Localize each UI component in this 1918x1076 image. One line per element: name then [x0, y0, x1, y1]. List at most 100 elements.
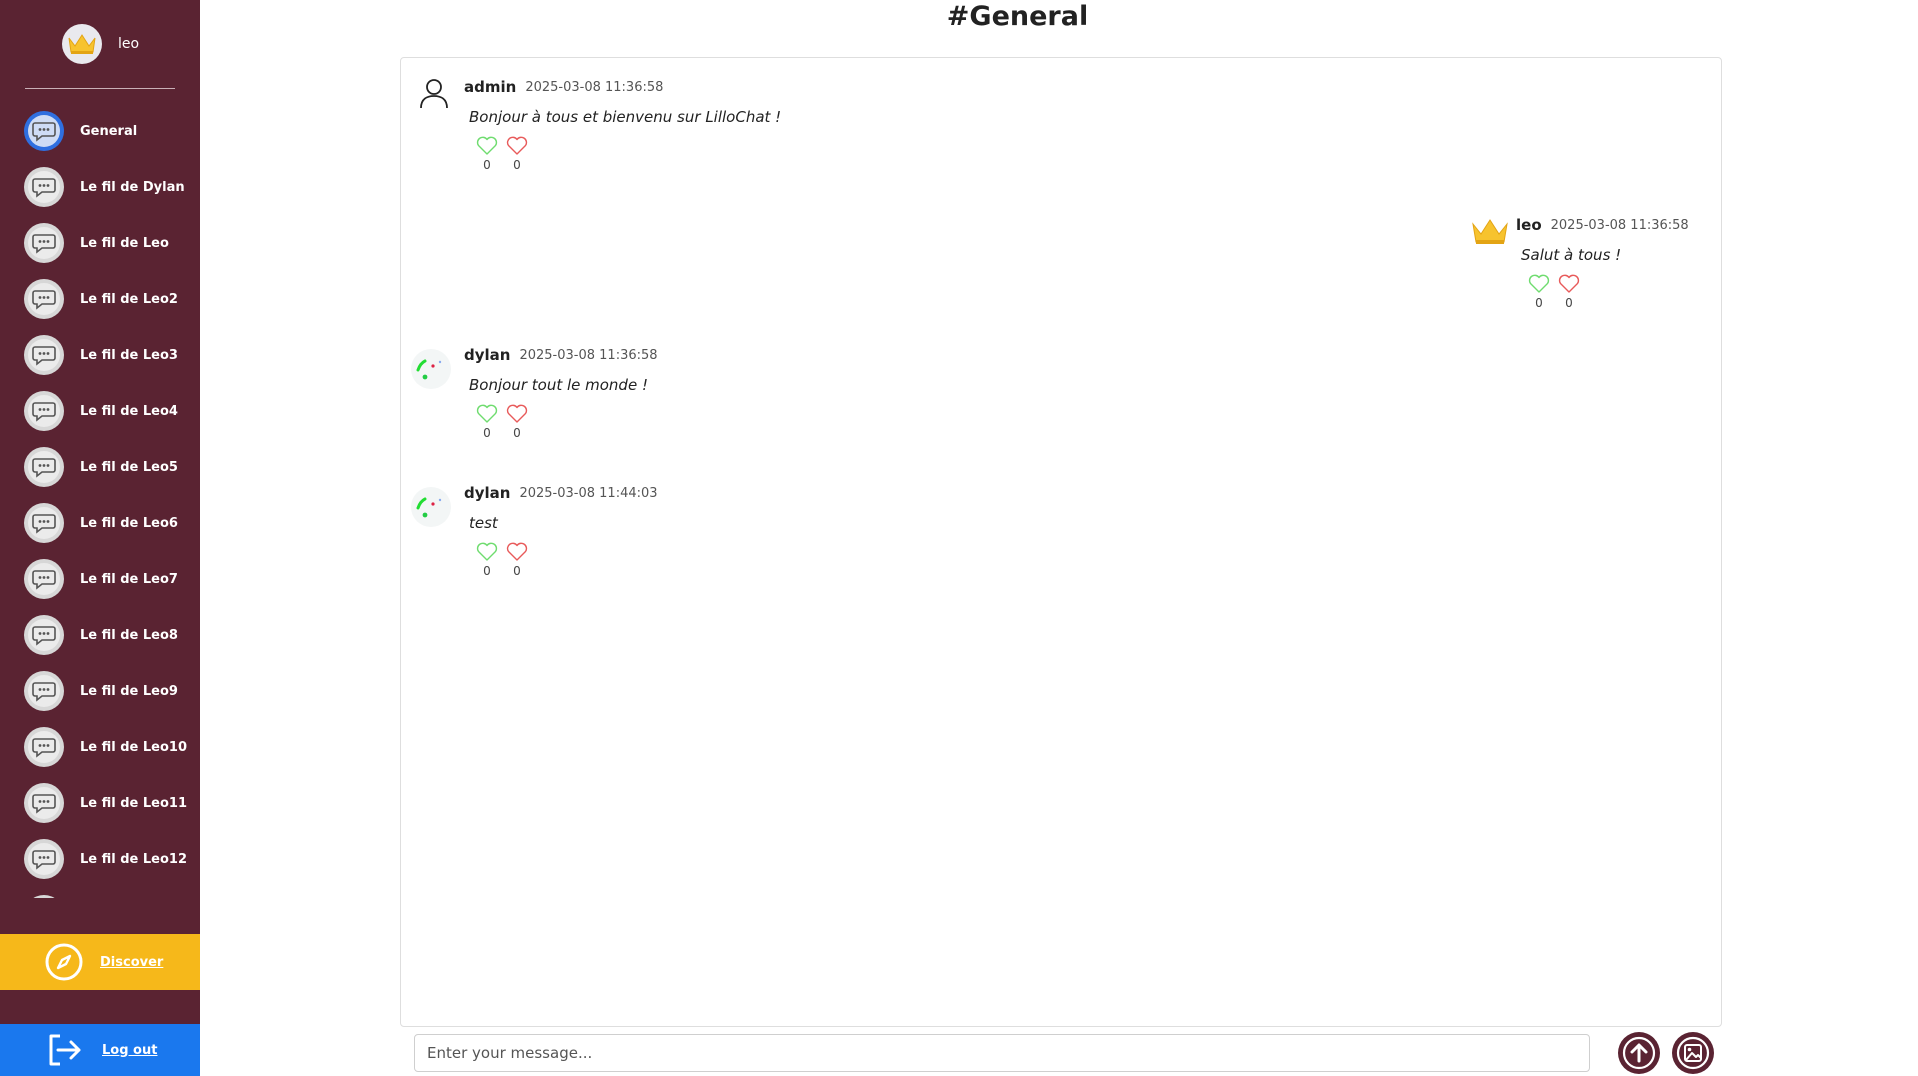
heart-outline-icon [506, 136, 528, 155]
message-text: Salut à tous ! [1521, 246, 1622, 264]
sidebar-divider [25, 88, 175, 89]
dislike-reaction[interactable]: 0 [502, 542, 532, 578]
channel-label: Le fil de Leo11 [80, 795, 188, 811]
channel-label: Le fil de Leo [80, 235, 169, 251]
heart-outline-icon [476, 136, 498, 155]
chat-bubble-icon [24, 111, 64, 151]
message-list: admin 2025-03-08 11:36:58 Bonjour à tous… [400, 57, 1722, 1027]
channel-item-leo12[interactable]: Le fil de Leo12 [0, 831, 200, 887]
like-reaction[interactable]: 0 [1524, 274, 1554, 310]
image-upload-button[interactable] [1672, 1032, 1714, 1074]
chat-bubble-icon [24, 223, 64, 263]
dislike-reaction[interactable]: 0 [502, 404, 532, 440]
channel-label: Le fil de Dylan [80, 179, 185, 195]
channel-label: Le fil de Leo2 [80, 291, 178, 307]
channel-item-leo2[interactable]: Le fil de Leo2 [0, 271, 200, 327]
abstract-avatar-icon [410, 348, 452, 390]
channel-item-leo7[interactable]: Le fil de Leo7 [0, 551, 200, 607]
reactions: 0 0 [472, 404, 658, 440]
like-count: 0 [1535, 296, 1543, 310]
message-item: dylan 2025-03-08 11:44:03 test 0 0 [464, 482, 658, 578]
channel-item-leo8[interactable]: Le fil de Leo8 [0, 607, 200, 663]
channel-item-leo[interactable]: Le fil de Leo [0, 215, 200, 271]
like-count: 0 [483, 426, 491, 440]
discover-label: Discover [100, 954, 164, 970]
like-reaction[interactable]: 0 [472, 542, 502, 578]
channel-label: Le fil de Leo12 [80, 851, 188, 867]
message-input[interactable] [414, 1034, 1590, 1072]
reactions: 0 0 [472, 136, 781, 172]
message-item: dylan 2025-03-08 11:36:58 Bonjour tout l… [464, 344, 658, 440]
chat-bubble-icon [24, 391, 64, 431]
composer [414, 1034, 1590, 1072]
heart-outline-icon [476, 542, 498, 561]
channel-item-leo5[interactable]: Le fil de Leo5 [0, 439, 200, 495]
channel-item-leo11[interactable]: Le fil de Leo11 [0, 775, 200, 831]
discover-button[interactable]: Discover [0, 934, 200, 990]
like-reaction[interactable]: 0 [472, 136, 502, 172]
app-root: leo General Le fil de Dylan Le fil de Le… [0, 0, 1918, 1076]
arrow-up-circle-icon [1622, 1036, 1656, 1070]
message-author: dylan [464, 346, 511, 364]
logout-label: Log out [102, 1042, 158, 1058]
channel-item-leo9[interactable]: Le fil de Leo9 [0, 663, 200, 719]
channel-label: Le fil de Leo5 [80, 459, 178, 475]
crown-icon [1469, 210, 1511, 252]
chat-bubble-icon [24, 335, 64, 375]
current-user[interactable]: leo [62, 24, 139, 64]
channel-label: Le fil de Leo4 [80, 403, 178, 419]
chat-bubble-icon [24, 727, 64, 767]
channel-item-leo4[interactable]: Le fil de Leo4 [0, 383, 200, 439]
like-reaction[interactable]: 0 [472, 404, 502, 440]
like-count: 0 [483, 564, 491, 578]
chat-bubble-icon [24, 503, 64, 543]
channel-item-leo10[interactable]: Le fil de Leo10 [0, 719, 200, 775]
message-text: Bonjour à tous et bienvenu sur LilloChat… [469, 108, 782, 126]
user-name: leo [118, 36, 140, 52]
channel-item-leo6[interactable]: Le fil de Leo6 [0, 495, 200, 551]
chat-bubble-icon [24, 447, 64, 487]
user-outline-icon [413, 72, 455, 114]
logout-icon [49, 1034, 81, 1066]
channel-item-general[interactable]: General [0, 103, 200, 159]
dislike-count: 0 [1565, 296, 1573, 310]
channel-label: Le fil de Leo10 [80, 739, 188, 755]
heart-outline-icon [1528, 274, 1550, 293]
channel-label: Le fil de Leo7 [80, 571, 178, 587]
channel-item-leo3[interactable]: Le fil de Leo3 [0, 327, 200, 383]
logout-button[interactable]: Log out [0, 1024, 200, 1076]
message-time: 2025-03-08 11:44:03 [519, 485, 658, 501]
chat-bubble-icon [24, 279, 64, 319]
chat-bubble-icon [24, 615, 64, 655]
channel-title: #General [946, 1, 1089, 32]
chat-bubble-icon [24, 895, 64, 898]
abstract-avatar-icon [410, 486, 452, 528]
message-text: test [469, 514, 498, 532]
dislike-count: 0 [513, 158, 521, 172]
chat-bubble-icon [24, 839, 64, 879]
sidebar: leo General Le fil de Dylan Le fil de Le… [0, 0, 200, 1076]
like-count: 0 [483, 158, 491, 172]
message-text: Bonjour tout le monde ! [469, 376, 648, 394]
send-button[interactable] [1618, 1032, 1660, 1074]
message-item: leo 2025-03-08 11:36:58 Salut à tous ! 0… [1516, 214, 1689, 310]
channel-item-partial[interactable] [0, 887, 200, 898]
dislike-reaction[interactable]: 0 [1554, 274, 1584, 310]
chat-bubble-icon [24, 167, 64, 207]
heart-outline-icon [476, 404, 498, 423]
dislike-count: 0 [513, 564, 521, 578]
message-time: 2025-03-08 11:36:58 [525, 79, 664, 95]
heart-outline-icon [506, 542, 528, 561]
chat-bubble-icon [24, 559, 64, 599]
dislike-reaction[interactable]: 0 [502, 136, 532, 172]
channel-item-dylan[interactable]: Le fil de Dylan [0, 159, 200, 215]
message-item: admin 2025-03-08 11:36:58 Bonjour à tous… [464, 76, 781, 172]
heart-outline-icon [1558, 274, 1580, 293]
chat-bubble-icon [24, 783, 64, 823]
channel-label: General [80, 123, 138, 139]
channel-label: Le fil de Leo6 [80, 515, 178, 531]
channel-label: Le fil de Leo3 [80, 347, 178, 363]
message-author: admin [464, 78, 517, 96]
chat-bubble-icon [24, 671, 64, 711]
image-icon [1676, 1036, 1710, 1070]
